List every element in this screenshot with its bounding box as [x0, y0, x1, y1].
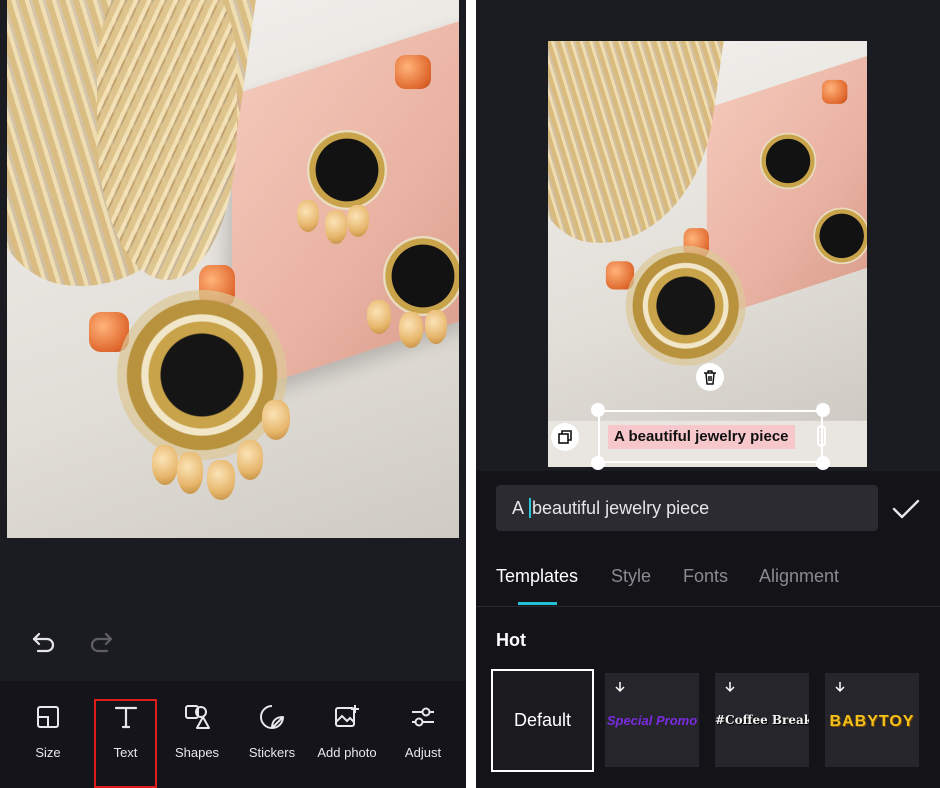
redo-button[interactable] — [85, 626, 117, 658]
tool-size[interactable]: Size — [13, 701, 83, 785]
tool-stickers-label: Stickers — [248, 745, 296, 760]
bottom-toolbar: Size Text Shapes Stickers Add photo Adju… — [0, 681, 466, 788]
trash-icon — [704, 370, 716, 385]
template-babytoy-label: BABYTOY — [829, 713, 915, 730]
tool-add-photo[interactable]: Add photo — [312, 701, 382, 785]
stretch-handle-right[interactable] — [817, 425, 826, 447]
text-input-field[interactable]: A beautiful jewelry piece — [496, 485, 878, 531]
duplicate-text-button[interactable] — [551, 423, 579, 451]
resize-handle-top-right[interactable] — [816, 403, 830, 417]
undo-icon — [32, 632, 55, 653]
stickers-icon — [260, 705, 284, 729]
resize-handle-top-left[interactable] — [591, 403, 605, 417]
tool-shapes-label: Shapes — [174, 745, 220, 760]
tool-text[interactable]: Text — [94, 699, 157, 788]
tab-style[interactable]: Style — [611, 566, 651, 587]
overlay-text-label[interactable]: A beautiful jewelry piece — [608, 425, 795, 449]
text-option-tabs: Templates Style Fonts Alignment — [476, 560, 940, 607]
confirm-button[interactable] — [890, 495, 922, 523]
tab-alignment[interactable]: Alignment — [759, 566, 839, 587]
tab-fonts[interactable]: Fonts — [683, 566, 728, 587]
text-input-after-caret: beautiful jewelry piece — [532, 497, 710, 518]
template-babytoy[interactable]: BABYTOY — [825, 673, 919, 767]
tool-size-label: Size — [35, 745, 61, 760]
template-default-label: Default — [513, 710, 572, 730]
tool-adjust[interactable]: Adjust — [388, 701, 458, 785]
earring-bottom — [383, 236, 459, 316]
tool-shapes[interactable]: Shapes — [162, 701, 232, 785]
template-coffee-break-label: #Coffee Break — [715, 713, 809, 727]
pendant — [117, 290, 287, 460]
download-icon — [615, 682, 625, 693]
duplicate-icon — [558, 430, 572, 444]
size-icon — [37, 706, 59, 728]
resize-handle-bottom-left[interactable] — [591, 456, 605, 470]
template-special-promo[interactable]: Special Promo — [605, 673, 699, 767]
undo-button[interactable] — [28, 626, 60, 658]
text-caret — [529, 498, 532, 518]
checkmark-icon — [892, 499, 920, 519]
template-special-promo-label: Special Promo — [606, 713, 698, 728]
add-photo-icon — [335, 705, 359, 727]
tool-add-photo-label: Add photo — [317, 745, 377, 760]
tool-stickers[interactable]: Stickers — [237, 701, 307, 785]
resize-handle-bottom-right[interactable] — [816, 456, 830, 470]
earring-top — [307, 130, 387, 210]
tool-adjust-label: Adjust — [404, 745, 442, 760]
adjust-icon — [412, 707, 434, 727]
download-icon — [725, 682, 735, 693]
section-title-hot: Hot — [496, 630, 526, 650]
template-default[interactable]: Default — [491, 669, 594, 772]
active-tab-indicator — [518, 602, 557, 605]
shapes-icon — [185, 705, 210, 729]
delete-text-button[interactable] — [696, 363, 724, 391]
text-icon — [114, 706, 137, 729]
template-coffee-break[interactable]: #Coffee Break — [715, 673, 809, 767]
left-editor-panel: Size Text Shapes Stickers Add photo Adju… — [0, 0, 466, 788]
redo-icon — [90, 632, 113, 653]
tab-templates[interactable]: Templates — [496, 566, 578, 587]
download-icon — [835, 682, 845, 693]
text-input-before-caret: A — [512, 497, 529, 518]
tool-text-label: Text — [113, 745, 138, 760]
jewelry-photo-canvas[interactable] — [7, 0, 459, 538]
